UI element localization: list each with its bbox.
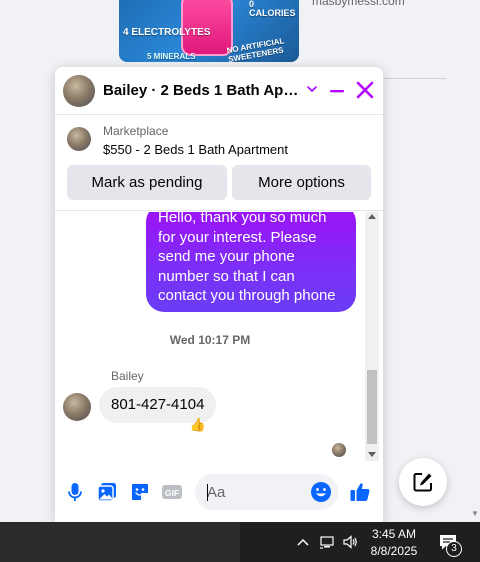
scroll-thumb[interactable] [367, 370, 377, 444]
scroll-up-arrow-icon[interactable] [368, 214, 376, 219]
ad-text-calories: 0 CALORIES [249, 0, 296, 18]
marketplace-label: Marketplace [103, 124, 169, 138]
new-message-button[interactable] [399, 458, 447, 506]
emoji-icon[interactable] [310, 481, 332, 503]
contact-avatar[interactable] [63, 75, 95, 107]
ad-text-electrolytes: 4 ELECTROLYTES [123, 27, 211, 38]
more-options-button[interactable]: More options [232, 165, 371, 200]
sponsored-ad-image[interactable]: 4 ELECTROLYTES 0 CALORIES NO ARTIFICIAL … [119, 0, 299, 62]
sender-avatar[interactable] [63, 393, 91, 421]
minimize-icon[interactable] [327, 81, 347, 101]
ad-text-minerals: 5 MINERALS [147, 52, 196, 61]
message-input-wrapper [195, 474, 338, 510]
compose-icon [413, 473, 432, 492]
gif-icon[interactable]: GIF [161, 481, 183, 503]
seen-receipt-avatar [332, 443, 346, 457]
outgoing-message[interactable]: Hello, thank you so much for your intere… [146, 212, 356, 312]
message-composer: GIF [55, 467, 383, 517]
message-input[interactable] [207, 482, 307, 502]
text-caret [207, 484, 208, 501]
chevron-down-icon[interactable] [305, 81, 319, 97]
chat-title[interactable]: Bailey · 2 Beds 1 Bath Apartment [103, 82, 299, 99]
marketplace-banner: Marketplace $550 - 2 Beds 1 Bath Apartme… [55, 116, 383, 211]
notification-count-badge: 3 [446, 541, 462, 557]
sticker-icon[interactable] [129, 481, 151, 503]
mark-as-pending-button[interactable]: Mark as pending [67, 165, 227, 200]
clock-date: 8/8/2025 [370, 544, 418, 558]
close-icon[interactable] [354, 79, 376, 101]
volume-icon[interactable] [342, 534, 358, 550]
taskbar-app-area[interactable] [0, 522, 240, 562]
thumbs-up-reaction-icon[interactable]: 👍 [189, 416, 207, 434]
chevron-up-icon[interactable] [295, 534, 311, 550]
ad-text-sweeteners: NO ARTIFICIAL SWEETENERS [225, 36, 285, 62]
system-clock[interactable]: 3:45 AM 8/8/2025 [362, 526, 426, 560]
chat-window: Bailey · 2 Beds 1 Bath Apartment Marketp… [55, 67, 383, 523]
image-icon[interactable] [96, 481, 118, 503]
page-scrollbar[interactable]: ▼ [470, 0, 480, 522]
message-timestamp: Wed 10:17 PM [169, 333, 251, 347]
message-scrollbar[interactable] [365, 212, 379, 461]
listing-title[interactable]: $550 - 2 Beds 1 Bath Apartment [103, 142, 288, 157]
chat-header: Bailey · 2 Beds 1 Bath Apartment [55, 67, 383, 115]
message-list: Hello, thank you so much for your intere… [55, 212, 383, 461]
microphone-icon[interactable] [64, 481, 86, 503]
ad-site-link[interactable]: masbymessi.com [312, 0, 405, 8]
listing-thumbnail[interactable] [67, 127, 91, 151]
scroll-down-arrow-icon[interactable]: ▼ [471, 509, 479, 518]
network-icon[interactable] [319, 534, 335, 550]
clock-time: 3:45 AM [371, 527, 417, 541]
windows-taskbar: 3:45 AM 8/8/2025 3 [0, 522, 480, 562]
svg-text:GIF: GIF [165, 488, 179, 498]
thumbs-up-icon[interactable] [349, 481, 371, 503]
sender-name: Bailey [111, 369, 144, 383]
scroll-down-arrow-icon[interactable] [368, 452, 376, 457]
